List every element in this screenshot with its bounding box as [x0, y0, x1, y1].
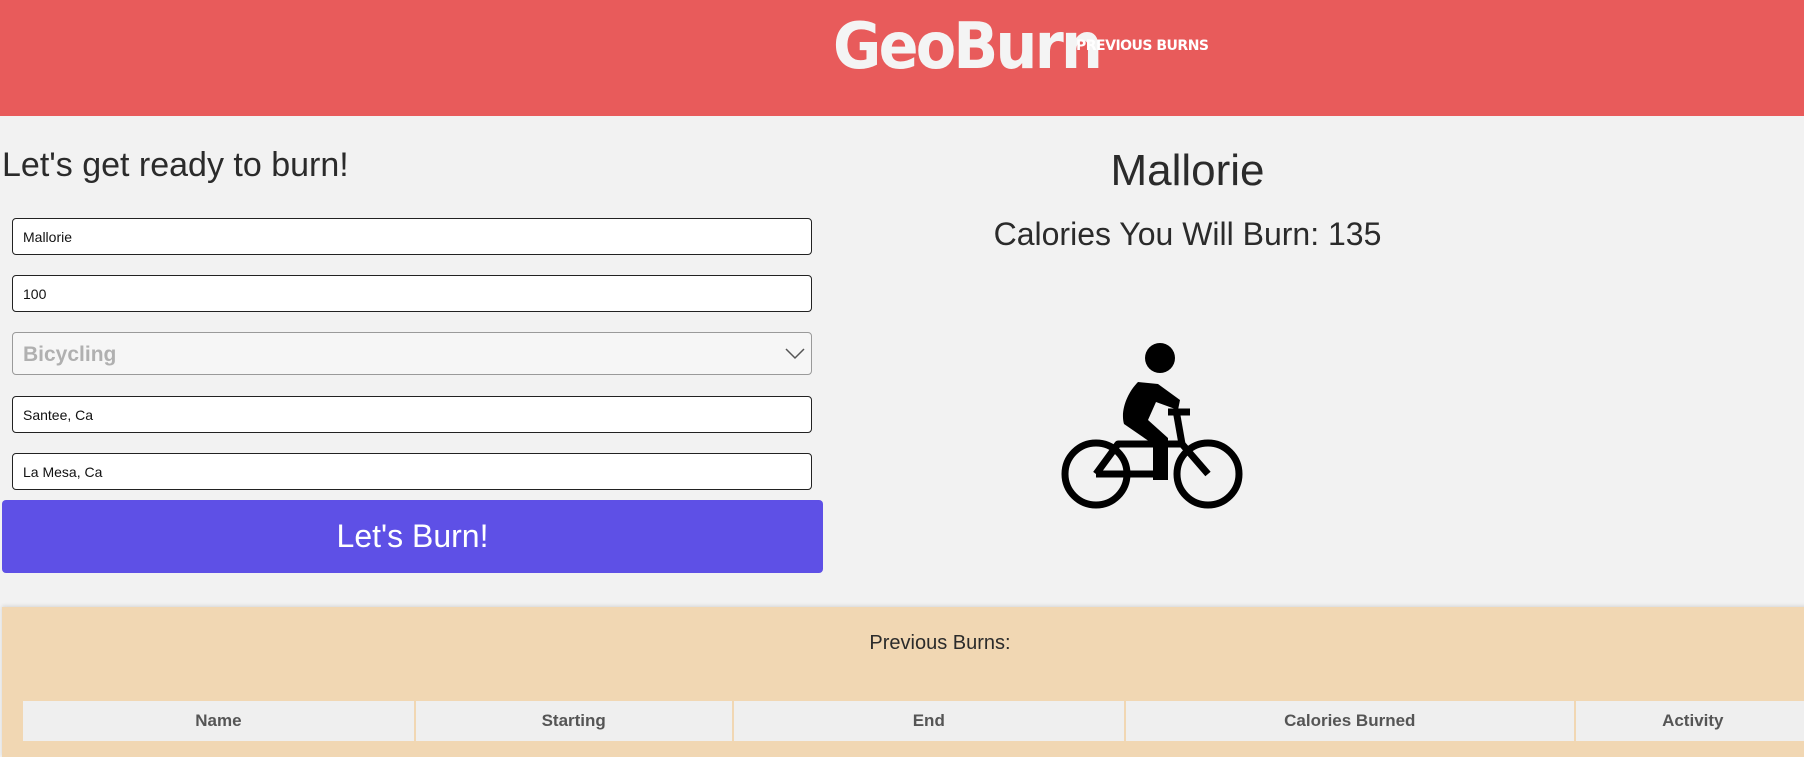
lets-burn-button[interactable]: Let's Burn!: [2, 500, 823, 573]
column-header-end[interactable]: End: [732, 701, 1126, 741]
start-location-input[interactable]: [12, 396, 812, 433]
nav-previous-burns-link[interactable]: PREVIOUS BURNS: [1076, 38, 1209, 54]
column-header-name[interactable]: Name: [23, 701, 416, 741]
calories-result-text: Calories You Will Burn: 135: [993, 216, 1382, 252]
app-header: GeoBurn PREVIOUS BURNS: [0, 0, 1804, 116]
previous-burns-table: Name Starting End Calories Burned Activi…: [23, 701, 1804, 741]
activity-select[interactable]: Bicycling: [12, 332, 812, 375]
form-title: Let's get ready to burn!: [2, 146, 349, 184]
app-logo[interactable]: GeoBurn: [833, 10, 1103, 84]
activity-select-value: Bicycling: [23, 343, 117, 366]
column-header-starting[interactable]: Starting: [414, 701, 734, 741]
column-header-activity[interactable]: Activity: [1574, 701, 1804, 741]
result-user-name: Mallorie: [1110, 146, 1265, 195]
column-header-calories-burned[interactable]: Calories Burned: [1124, 701, 1576, 741]
previous-burns-title: Previous Burns:: [869, 632, 1011, 654]
chevron-down-icon: [785, 348, 805, 360]
previous-burns-section: Previous Burns: Name Starting End Calori…: [2, 607, 1804, 757]
bicycle-rider-icon: [1061, 343, 1243, 509]
end-location-input[interactable]: [12, 453, 812, 490]
name-input[interactable]: [12, 218, 812, 255]
weight-input[interactable]: [12, 275, 812, 312]
